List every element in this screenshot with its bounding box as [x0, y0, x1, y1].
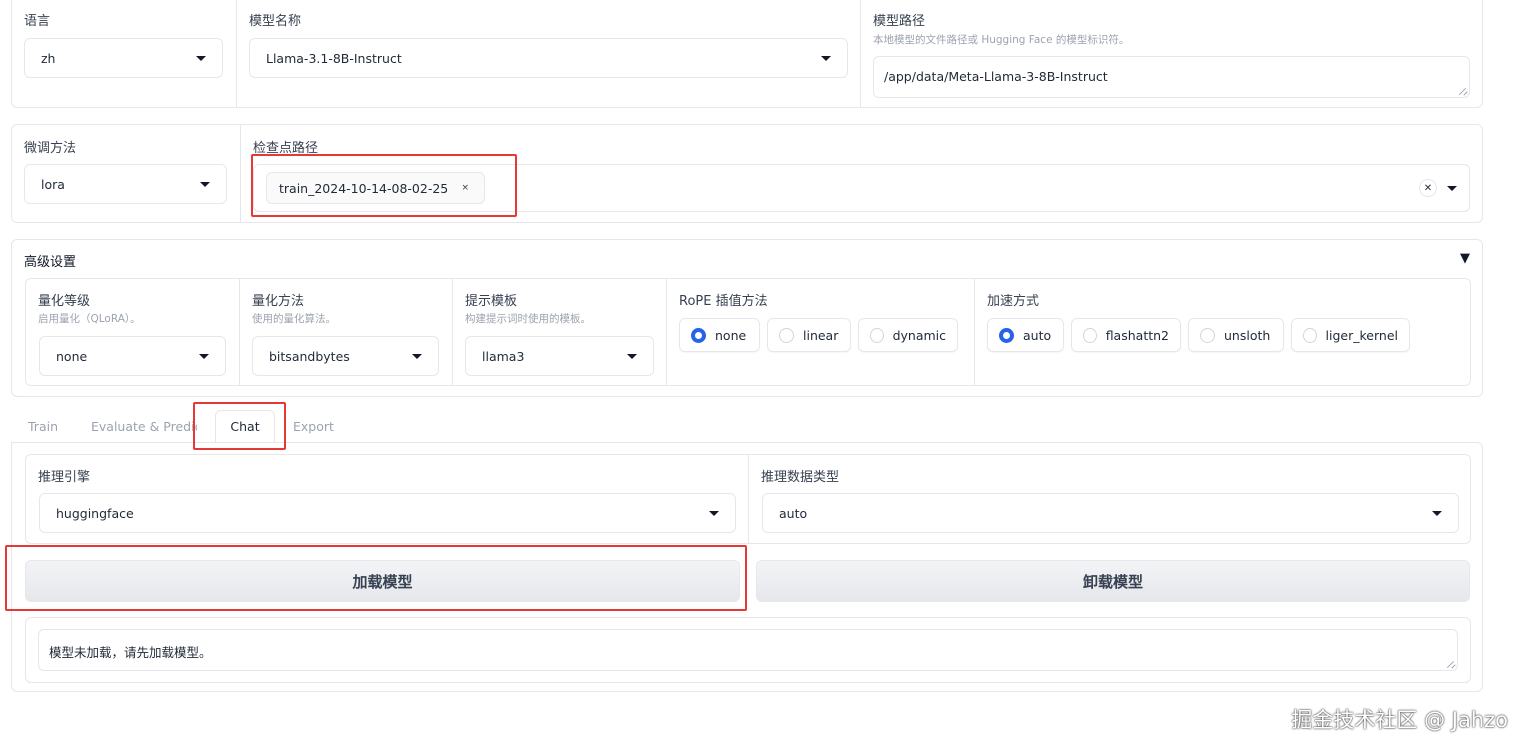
model-path-value: /app/data/Meta-Llama-3-8B-Instruct: [884, 69, 1108, 84]
resize-handle-icon[interactable]: [1459, 87, 1467, 95]
infer-backend-dropdown[interactable]: huggingface: [39, 493, 736, 533]
booster-option-liger-kernel[interactable]: liger_kernel: [1291, 318, 1410, 352]
quant-level-label: 量化等级: [38, 294, 91, 309]
rope-option-none[interactable]: none: [679, 318, 760, 352]
divider: [452, 279, 453, 385]
infer-dtype-value: auto: [779, 505, 808, 521]
rope-option-label: dynamic: [892, 327, 946, 343]
chevron-down-icon: [199, 353, 209, 359]
divider: [666, 279, 667, 385]
booster-option-label: auto: [1023, 327, 1052, 343]
quant-level-dropdown[interactable]: none: [39, 336, 226, 376]
chevron-down-icon: [709, 510, 719, 516]
divider: [240, 125, 241, 222]
chevron-down-icon: [627, 353, 637, 359]
quant-level-value: none: [56, 348, 88, 364]
advanced-inner: 量化等级 启用量化（QLoRA）。 none 量化方法 使用的量化算法。 bit…: [25, 278, 1471, 386]
chevron-down-icon: [412, 353, 422, 359]
chevron-down-icon: [1432, 510, 1442, 516]
booster-option-auto[interactable]: auto: [987, 318, 1064, 352]
template-dropdown[interactable]: llama3: [465, 336, 654, 376]
finetune-panel: 微调方法 lora 检查点路径 ✕ train_2024-10-14-08-02…: [11, 124, 1483, 223]
infer-backend-value: huggingface: [56, 505, 134, 521]
divider: [748, 455, 749, 543]
language-label: 语言: [24, 14, 51, 29]
booster-option-label: liger_kernel: [1325, 327, 1398, 343]
radio-icon: [870, 327, 884, 343]
rope-label: RoPE 插值方法: [679, 294, 768, 309]
quant-method-hint: 使用的量化算法。: [252, 313, 336, 325]
radio-icon: [999, 327, 1014, 343]
infer-dtype-dropdown[interactable]: auto: [762, 493, 1459, 533]
tab-evaluate[interactable]: Evaluate & Predict: [91, 419, 197, 434]
model-name-label: 模型名称: [249, 14, 302, 29]
rope-option-label: linear: [803, 327, 839, 343]
infer-dtype-label: 推理数据类型: [761, 470, 840, 485]
booster-option-flashattn2[interactable]: flashattn2: [1071, 318, 1181, 352]
rope-option-label: none: [715, 327, 747, 343]
chevron-down-icon: [821, 55, 831, 61]
highlight-chat-tab: [193, 402, 286, 450]
divider: [236, 0, 237, 107]
model-path-hint: 本地模型的文件路径或 Hugging Face 的模型标识符。: [873, 34, 1130, 46]
template-hint: 构建提示词时使用的模板。: [465, 313, 591, 325]
tab-train[interactable]: Train: [28, 419, 58, 434]
collapse-toggle-icon[interactable]: ▼: [1460, 251, 1470, 266]
language-value: zh: [41, 50, 56, 66]
booster-label: 加速方式: [987, 294, 1040, 309]
template-label: 提示模板: [465, 294, 518, 309]
watermark: 掘金技术社区 @ Jahzo: [1291, 708, 1508, 732]
quant-method-value: bitsandbytes: [269, 348, 350, 364]
model-name-value: Llama-3.1-8B-Instruct: [266, 50, 402, 66]
quant-method-dropdown[interactable]: bitsandbytes: [252, 336, 439, 376]
advanced-title[interactable]: 高级设置: [24, 251, 76, 270]
infer-backend-label: 推理引擎: [38, 470, 91, 485]
chevron-down-icon: [196, 55, 206, 61]
model-name-dropdown[interactable]: Llama-3.1-8B-Instruct: [249, 38, 848, 78]
finetune-method-value: lora: [41, 176, 65, 192]
template-value: llama3: [482, 348, 525, 364]
booster-option-label: unsloth: [1224, 327, 1271, 343]
booster-option-label: flashattn2: [1105, 327, 1169, 343]
chevron-down-icon: [200, 181, 210, 187]
radio-icon: [1303, 327, 1317, 343]
radio-icon: [1200, 327, 1215, 343]
quant-level-hint: 启用量化（QLoRA）。: [38, 313, 141, 325]
advanced-panel: 高级设置 ▼ 量化等级 启用量化（QLoRA）。 none 量化方法 使用的量化…: [11, 239, 1483, 397]
unload-model-button[interactable]: 卸载模型: [756, 560, 1470, 602]
finetune-method-label: 微调方法: [24, 141, 77, 156]
highlight-checkpoint: [251, 154, 517, 217]
model-settings-panel: 语言 zh 模型名称 Llama-3.1-8B-Instruct 模型路径 本地…: [11, 0, 1483, 108]
model-path-label: 模型路径: [873, 14, 926, 29]
radio-icon: [691, 327, 706, 343]
radio-icon: [779, 327, 794, 343]
tab-export[interactable]: Export: [293, 419, 334, 434]
info-textbox[interactable]: 模型未加载，请先加载模型。: [38, 629, 1458, 671]
language-dropdown[interactable]: zh: [24, 38, 223, 78]
radio-icon: [1083, 327, 1097, 343]
divider: [239, 279, 240, 385]
finetune-method-dropdown[interactable]: lora: [24, 164, 227, 204]
rope-option-dynamic[interactable]: dynamic: [858, 318, 958, 352]
quant-method-label: 量化方法: [252, 294, 305, 309]
clear-icon[interactable]: ✕: [1419, 179, 1437, 197]
resize-handle-icon[interactable]: [1447, 660, 1455, 668]
model-path-input[interactable]: /app/data/Meta-Llama-3-8B-Instruct: [873, 56, 1470, 98]
infer-settings-panel: 推理引擎 huggingface 推理数据类型 auto: [25, 454, 1471, 544]
info-panel: 模型未加载，请先加载模型。: [25, 617, 1471, 683]
booster-option-unsloth[interactable]: unsloth: [1188, 318, 1284, 352]
divider: [974, 279, 975, 385]
chevron-down-icon[interactable]: [1447, 185, 1457, 191]
info-text: 模型未加载，请先加载模型。: [49, 645, 212, 660]
divider: [860, 0, 861, 107]
rope-option-linear[interactable]: linear: [767, 318, 851, 352]
highlight-load-button: [5, 545, 747, 611]
